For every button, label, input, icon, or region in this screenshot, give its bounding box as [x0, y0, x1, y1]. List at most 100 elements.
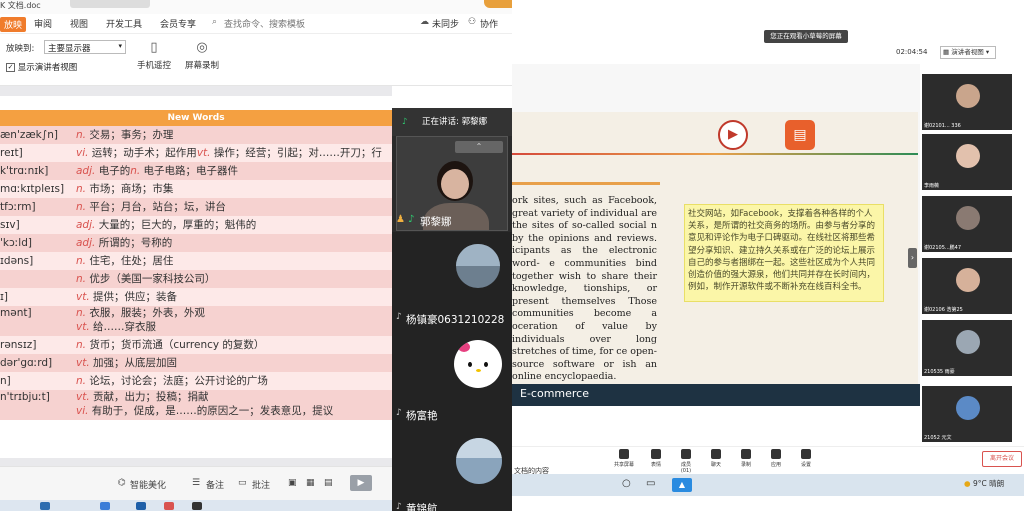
- toolbar-button[interactable]: 成员(01): [676, 449, 696, 474]
- participant-name: 杨富艳: [406, 410, 438, 422]
- meaning: n. 市场；商场；市集: [76, 180, 392, 198]
- chevron-down-icon: ▾: [985, 48, 990, 56]
- tab-view[interactable]: 视图: [70, 17, 88, 30]
- video-tile[interactable]: 李雨薇: [922, 134, 1012, 190]
- collab-icon: ⚇: [468, 17, 477, 27]
- avatar: [456, 438, 502, 484]
- avatar: [956, 84, 980, 108]
- video-tile[interactable]: 谢02101... 336: [922, 74, 1012, 130]
- video-tile[interactable]: 谢02106 浩第25: [922, 258, 1012, 314]
- app-icon[interactable]: [192, 502, 202, 510]
- toolbar-button[interactable]: 聊天: [706, 449, 726, 468]
- tab-developer[interactable]: 开发工具: [106, 17, 142, 30]
- definition: 所谓的；号称的: [95, 237, 173, 249]
- eye-icon: [468, 362, 472, 367]
- reading-view-icon[interactable]: ▤: [324, 478, 333, 488]
- video-tile[interactable]: 谢02105...鹏47: [922, 196, 1012, 252]
- toolbar-button[interactable]: 应用: [766, 449, 786, 468]
- section-title: E-commerce: [520, 387, 589, 400]
- mic-icon: ♪: [396, 312, 402, 322]
- phonetic: tfɔːrm]: [0, 201, 36, 213]
- sun-icon: ●: [964, 479, 971, 488]
- part-of-speech: n.: [76, 273, 86, 285]
- tab-slideshow[interactable]: 放映: [0, 17, 27, 32]
- display-select-value: 主要显示器: [48, 44, 91, 54]
- display-select[interactable]: 主要显示器 ▾: [44, 40, 126, 54]
- collab-button[interactable]: 协作: [480, 17, 498, 30]
- toolbar-button[interactable]: 录制: [736, 449, 756, 468]
- phone-remote-button[interactable]: ▯ 手机遥控: [132, 40, 176, 71]
- part-of-speech: adj.: [76, 165, 96, 177]
- document-icon: ▤: [785, 120, 815, 150]
- wps-icon[interactable]: [164, 502, 174, 510]
- phonetic: reɪt]: [0, 147, 23, 159]
- definition: 大量的；巨大的，厚重的；魁伟的: [95, 219, 257, 231]
- command-search[interactable]: 查找命令、搜索模板: [224, 17, 305, 30]
- phonetic: mɑːkɪtpleɪs]: [0, 183, 65, 195]
- definition: 操作；经营；引起；对……开刀；行: [210, 147, 382, 159]
- vocab-row: reɪt] vi. 运转；动手术；起作用vt. 操作；经营；引起；对……开刀；行: [0, 144, 392, 162]
- vocab-row: ɪ] vt. 提供；供应；装备: [0, 288, 392, 306]
- toolbar-icon: [651, 449, 661, 459]
- mic-icon: ♪: [396, 408, 402, 418]
- part-of-speech: adj.: [76, 237, 96, 249]
- toolbar-icon: [801, 449, 811, 459]
- weather-status: ● 9°C 晴朗: [964, 478, 1004, 489]
- presenter-view-option[interactable]: ✓ 显示演讲者视图: [6, 61, 77, 73]
- toolbar-label: 聊天: [710, 462, 721, 468]
- part-of-speech: n.: [76, 375, 86, 387]
- definition: 运转；动手术；起作用: [88, 147, 197, 159]
- task-view-icon[interactable]: ▭: [646, 478, 655, 489]
- toolbar-label: 录制: [740, 462, 751, 468]
- phone-icon: ▯: [150, 40, 158, 55]
- meaning: adj. 所谓的；号称的: [76, 234, 392, 252]
- english-passage: ork sites, such as Facebook, great varie…: [512, 195, 657, 383]
- document-name: K 文档.doc: [0, 1, 41, 10]
- meaning: n. 住宅，住处；居住: [76, 252, 392, 270]
- checkbox-checked-icon[interactable]: ✓: [6, 63, 15, 72]
- chevron-down-icon: ▾: [118, 42, 122, 50]
- app-icon[interactable]: [100, 502, 110, 510]
- video-tile[interactable]: 21052 元文: [922, 386, 1012, 442]
- sorter-view-icon[interactable]: ▦: [306, 478, 315, 488]
- avatar: [956, 330, 980, 354]
- toolbar-button[interactable]: 表情: [646, 449, 666, 468]
- chevron-up-icon[interactable]: ⌃: [455, 141, 503, 153]
- normal-view-icon[interactable]: ▣: [288, 478, 297, 488]
- toolbar-icon: [771, 449, 781, 459]
- definition: 提供；供应；装备: [89, 291, 178, 303]
- toolbar-button[interactable]: 共享屏幕: [614, 449, 634, 468]
- notes-button[interactable]: 备注: [206, 478, 224, 491]
- host-icon: ♟: [396, 214, 405, 225]
- sync-status[interactable]: 未同步: [432, 17, 459, 30]
- avatar: [956, 206, 980, 230]
- leave-meeting-button[interactable]: 离开会议: [982, 451, 1022, 467]
- view-switch-button[interactable]: ▦ 演讲者视图 ▾: [940, 46, 996, 59]
- avatar: [441, 169, 469, 199]
- video-tile[interactable]: 210535 雨豪: [922, 320, 1012, 376]
- meaning: n. 交易；事务；办理: [76, 126, 392, 144]
- search-icon[interactable]: ○: [622, 478, 631, 489]
- part-of-speech: vt.: [76, 357, 90, 369]
- avatar: [956, 268, 980, 292]
- definition: 衣服，服装；外表，外观: [86, 307, 205, 319]
- part-of-speech: vt.: [196, 147, 211, 159]
- tab-strip[interactable]: [70, 0, 150, 8]
- search-icon[interactable]: [40, 502, 50, 510]
- toolbar-button[interactable]: 设置: [796, 449, 816, 468]
- slide-accent-stripe: [512, 182, 660, 185]
- toolbar-icon: [711, 449, 721, 459]
- collapse-handle[interactable]: ›: [908, 248, 917, 268]
- tab-review[interactable]: 审阅: [34, 17, 52, 30]
- tab-member[interactable]: 会员专享: [160, 17, 196, 30]
- definition: 给……穿衣服: [89, 321, 157, 333]
- comments-button[interactable]: 批注: [252, 478, 270, 491]
- tile-name: 21052 元文: [924, 435, 952, 441]
- meeting-app-icon[interactable]: ▲: [672, 478, 692, 492]
- app-icon[interactable]: [136, 502, 146, 510]
- premium-badge[interactable]: [484, 0, 512, 8]
- beautify-button[interactable]: 智能美化: [130, 478, 166, 491]
- screen-record-button[interactable]: ◎ 屏幕录制: [180, 40, 224, 71]
- play-button[interactable]: ▶: [350, 475, 372, 491]
- definition: 电子电路；电子器件: [140, 165, 239, 177]
